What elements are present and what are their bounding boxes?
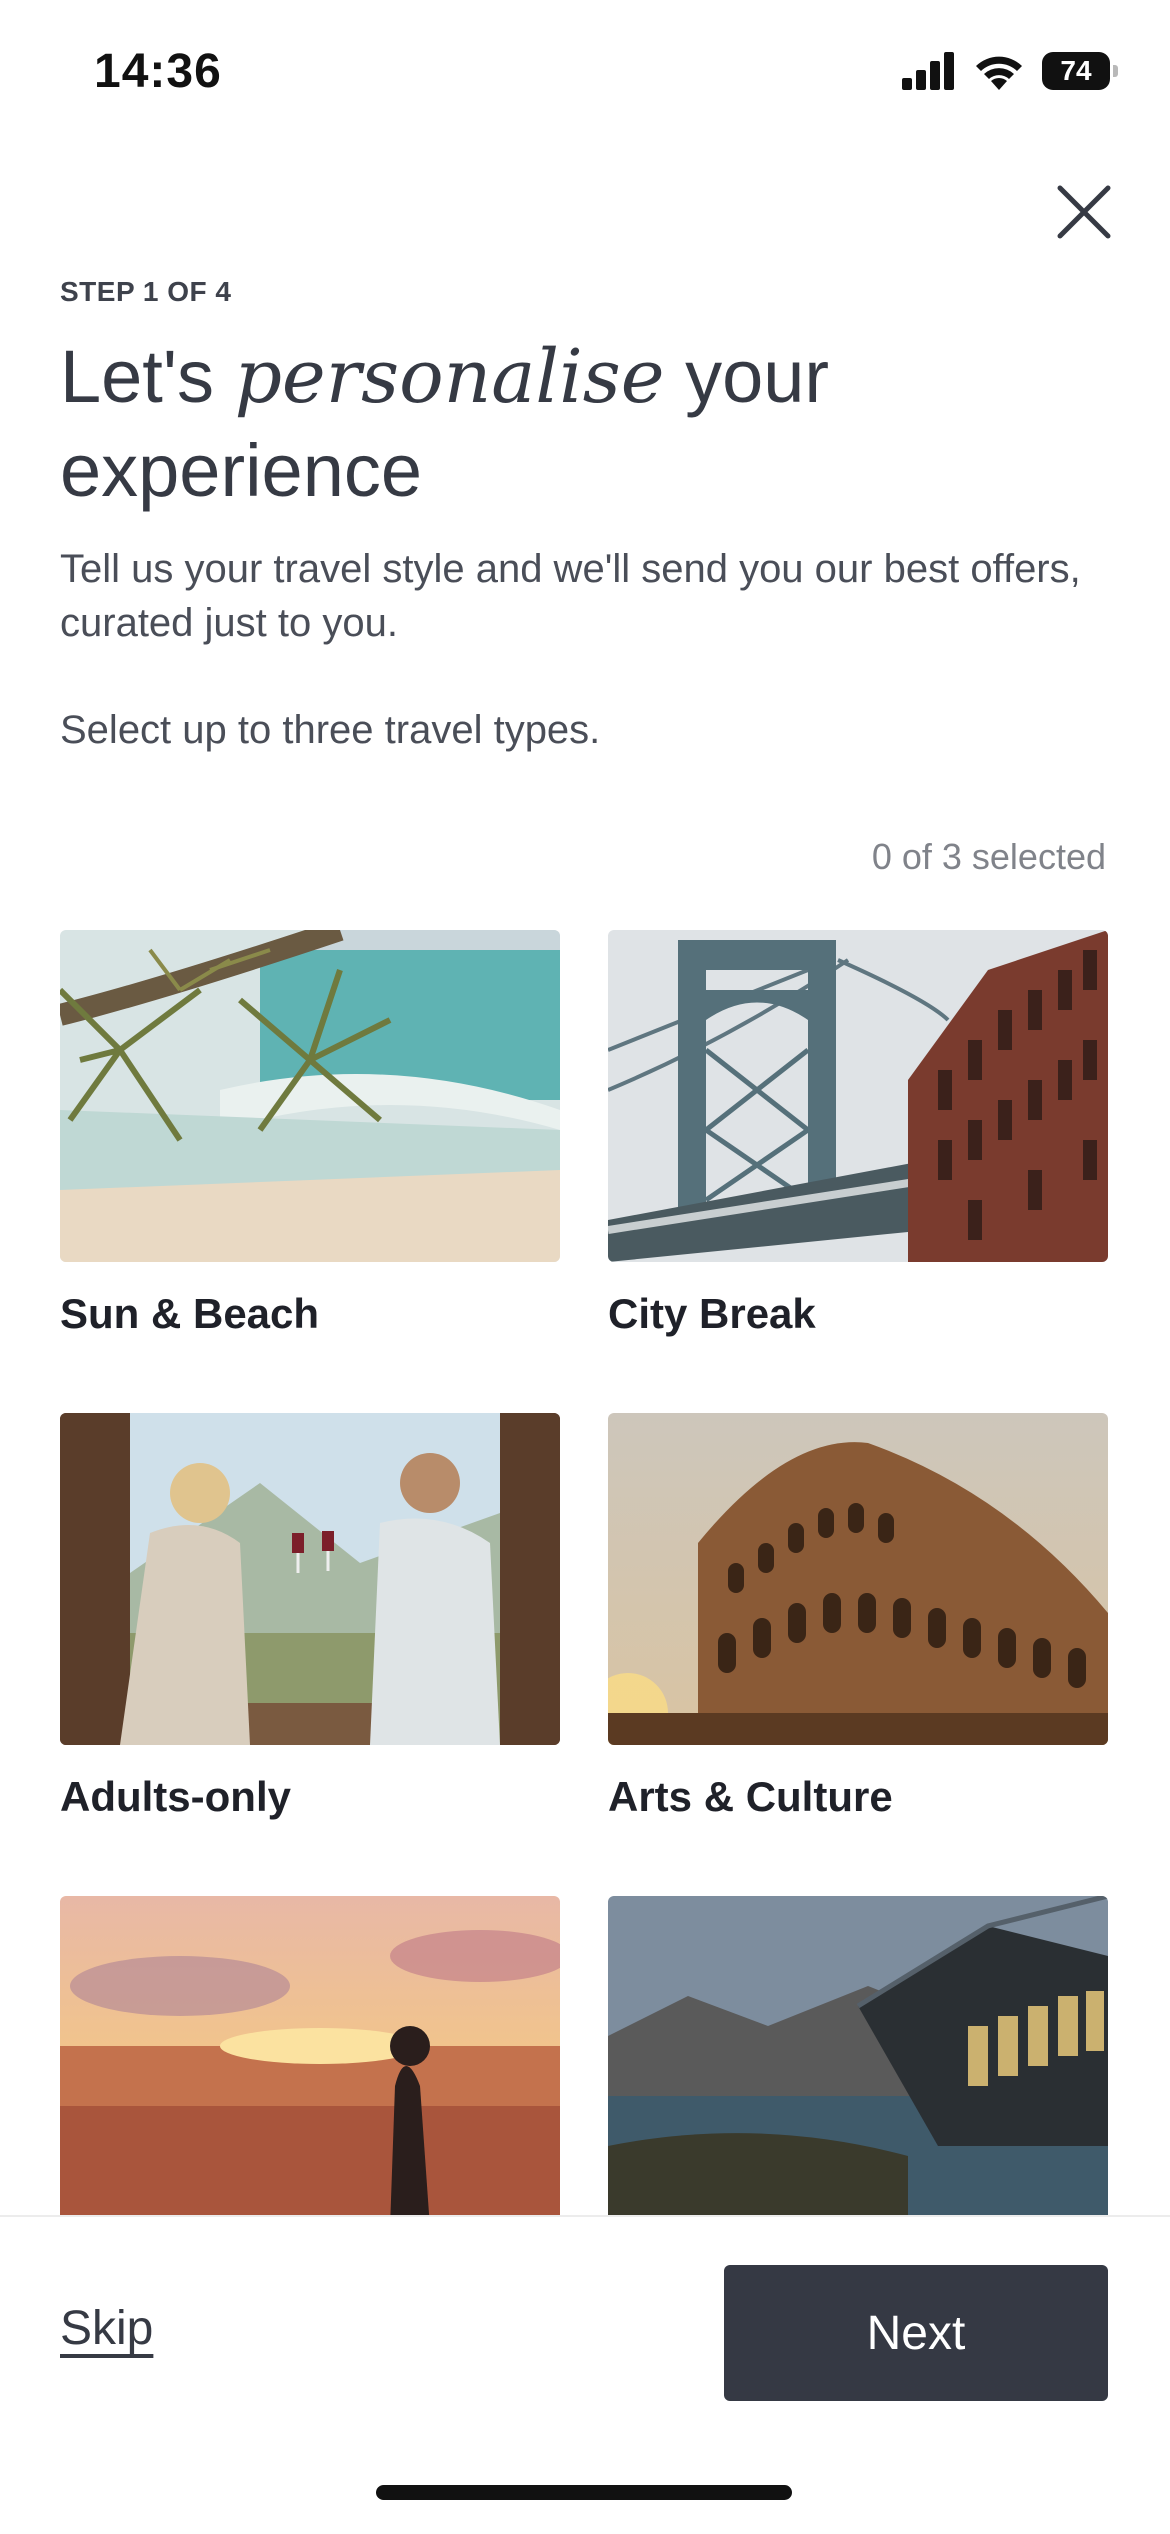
- status-time: 14:36: [94, 45, 222, 98]
- arts-culture-image: [608, 1413, 1108, 1745]
- battery-level: 74: [1060, 55, 1092, 86]
- travel-type-label: Arts & Culture: [608, 1773, 893, 1820]
- travel-type-card-5[interactable]: [60, 1896, 560, 2256]
- travel-type-card-arts-culture[interactable]: Arts & Culture: [608, 1413, 1108, 1821]
- title-emphasis: personalise: [234, 334, 665, 420]
- close-icon: [1057, 185, 1111, 239]
- travel-type-label: Sun & Beach: [60, 1290, 320, 1337]
- wifi-icon: [976, 56, 1022, 90]
- next-button[interactable]: Next: [724, 2265, 1108, 2401]
- adults-only-image: [60, 1413, 560, 1745]
- sun-beach-image: [60, 930, 560, 1262]
- page-title: Let's personalise your experience: [60, 330, 1120, 518]
- skip-button[interactable]: Skip: [60, 2301, 153, 2356]
- status-icons: 74: [902, 52, 1118, 90]
- sunset-pool-image: [60, 1896, 560, 2228]
- travel-type-label: Adults-only: [60, 1773, 291, 1820]
- selection-instruction: Select up to three travel types.: [60, 708, 601, 752]
- status-bar: 14:36 74: [0, 0, 1170, 140]
- step-indicator: STEP 1 OF 4: [60, 276, 232, 307]
- home-indicator: [376, 2485, 792, 2500]
- close-button[interactable]: [1050, 178, 1118, 246]
- travel-type-card-city-break[interactable]: City Break: [608, 930, 1108, 1338]
- cellular-signal-icon: [902, 52, 954, 90]
- travel-type-card-adults-only[interactable]: Adults-only: [60, 1413, 560, 1821]
- travel-type-card-sun-beach[interactable]: Sun & Beach: [60, 930, 560, 1338]
- title-prefix: Let's: [60, 335, 235, 418]
- travel-type-card-6[interactable]: [608, 1896, 1108, 2256]
- battery-icon: 74: [1042, 52, 1118, 90]
- lake-mountains-image: [608, 1896, 1108, 2228]
- city-break-image: [608, 930, 1108, 1262]
- bottom-action-bar: Skip Next: [0, 2215, 1170, 2534]
- travel-type-label: City Break: [608, 1290, 816, 1337]
- selection-counter: 0 of 3 selected: [871, 836, 1106, 877]
- page-description: Tell us your travel style and we'll send…: [60, 547, 1081, 645]
